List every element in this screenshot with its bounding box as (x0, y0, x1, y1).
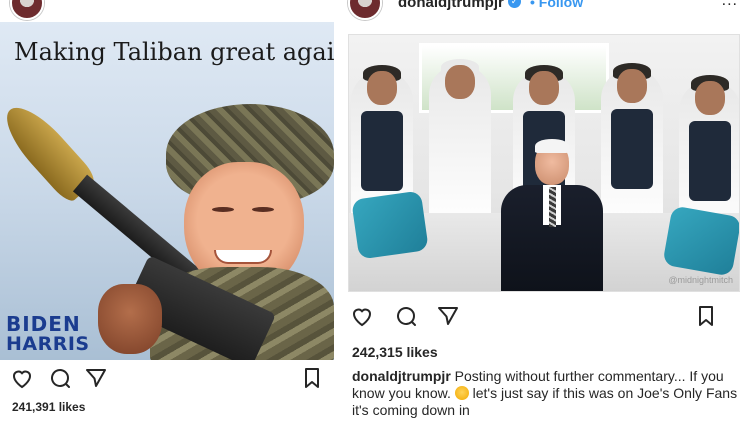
seated-man-hair (535, 139, 569, 153)
paper-plane-icon[interactable] (436, 304, 460, 328)
vest (361, 111, 403, 191)
post-image-meme[interactable]: Making Taliban great again! BIDEN HARRIS (0, 22, 334, 360)
paper-plane-icon[interactable] (84, 366, 108, 390)
instagram-post-left: Making Taliban great again! BIDEN HARRIS… (0, 0, 340, 422)
head (529, 71, 559, 105)
vest (611, 109, 653, 189)
bookmark-icon[interactable] (300, 366, 324, 390)
post-header: donaldjtrumpjr ✓ • Follow ... (340, 0, 750, 28)
more-options-icon[interactable]: ... (722, 0, 738, 10)
instagram-post-right: donaldjtrumpjr ✓ • Follow ... @midnightm… (340, 0, 750, 422)
likes-count[interactable]: 241,391 likes (12, 400, 85, 414)
vest (689, 121, 731, 201)
likes-count[interactable]: 242,315 likes (352, 344, 438, 360)
meme-headline: Making Taliban great again! (14, 38, 334, 66)
campaign-logo-line1: BIDEN (6, 312, 81, 336)
eye-left (212, 207, 234, 212)
eye-right (252, 207, 274, 212)
pillow (662, 205, 739, 277)
heart-icon[interactable] (350, 304, 374, 328)
standing-person (429, 59, 491, 225)
head (617, 69, 647, 103)
post-caption: donaldjtrumpjr Posting without further c… (352, 368, 744, 419)
bookmark-icon[interactable] (694, 304, 718, 328)
tie (549, 187, 556, 227)
smile (214, 250, 272, 264)
caption-username[interactable]: donaldjtrumpjr (352, 368, 451, 384)
campaign-logo: BIDEN HARRIS (6, 314, 90, 354)
head (367, 71, 397, 105)
image-watermark: @midnightmitch (668, 275, 733, 285)
post-actions (10, 366, 330, 392)
comment-icon[interactable] (394, 304, 418, 328)
pillow (351, 190, 429, 260)
post-image-photo[interactable]: @midnightmitch (348, 34, 740, 292)
post-actions (350, 304, 742, 330)
username[interactable]: donaldjtrumpjr (398, 0, 504, 11)
head (445, 65, 475, 99)
campaign-logo-line2: HARRIS (6, 333, 90, 355)
standing-person (601, 63, 663, 229)
head (695, 81, 725, 115)
follow-button[interactable]: • Follow (530, 0, 583, 10)
comment-icon[interactable] (48, 366, 72, 390)
hand (98, 284, 162, 354)
heart-icon[interactable] (10, 366, 34, 390)
verified-badge-icon: ✓ (508, 0, 521, 8)
avatar[interactable] (10, 0, 44, 20)
avatar[interactable] (348, 0, 382, 20)
smirk-emoji-icon (454, 386, 469, 400)
